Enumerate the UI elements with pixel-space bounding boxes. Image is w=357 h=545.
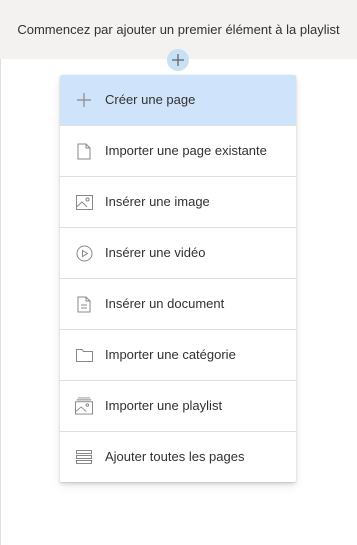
menu-item-import-playlist[interactable]: Importer une playlist — [60, 381, 296, 432]
plus-icon — [75, 91, 93, 109]
empty-playlist-message: Commencez par ajouter un premier élément… — [17, 22, 340, 37]
menu-item-import-existing-page[interactable]: Importer une page existante — [60, 126, 296, 177]
menu-item-label: Insérer une vidéo — [105, 245, 206, 260]
document-icon — [75, 295, 93, 313]
list-icon — [75, 448, 93, 466]
menu-item-insert-image[interactable]: Insérer une image — [60, 177, 296, 228]
menu-item-import-category[interactable]: Importer une catégorie — [60, 330, 296, 381]
left-border — [0, 59, 1, 545]
menu-item-insert-video[interactable]: Insérer une vidéo — [60, 228, 296, 279]
menu-item-label: Créer une page — [105, 92, 196, 107]
menu-item-label: Importer une playlist — [105, 398, 223, 413]
menu-item-insert-document[interactable]: Insérer un document — [60, 279, 296, 330]
page-icon — [75, 142, 93, 160]
menu-item-label: Importer une page existante — [105, 143, 267, 158]
image-icon — [75, 193, 93, 211]
menu-item-label: Insérer une image — [105, 194, 210, 209]
add-item-menu: Créer une page Importer une page existan… — [60, 75, 296, 482]
menu-item-add-all-pages[interactable]: Ajouter toutes les pages — [60, 432, 296, 482]
menu-item-label: Importer une catégorie — [105, 347, 236, 362]
playlist-icon — [75, 397, 93, 415]
video-play-icon — [75, 244, 93, 262]
menu-item-label: Insérer un document — [105, 296, 225, 311]
folder-icon — [75, 346, 93, 364]
menu-item-label: Ajouter toutes les pages — [105, 449, 245, 464]
add-item-button[interactable] — [167, 49, 189, 71]
menu-item-create-page[interactable]: Créer une page — [60, 75, 296, 126]
plus-icon — [171, 53, 185, 67]
